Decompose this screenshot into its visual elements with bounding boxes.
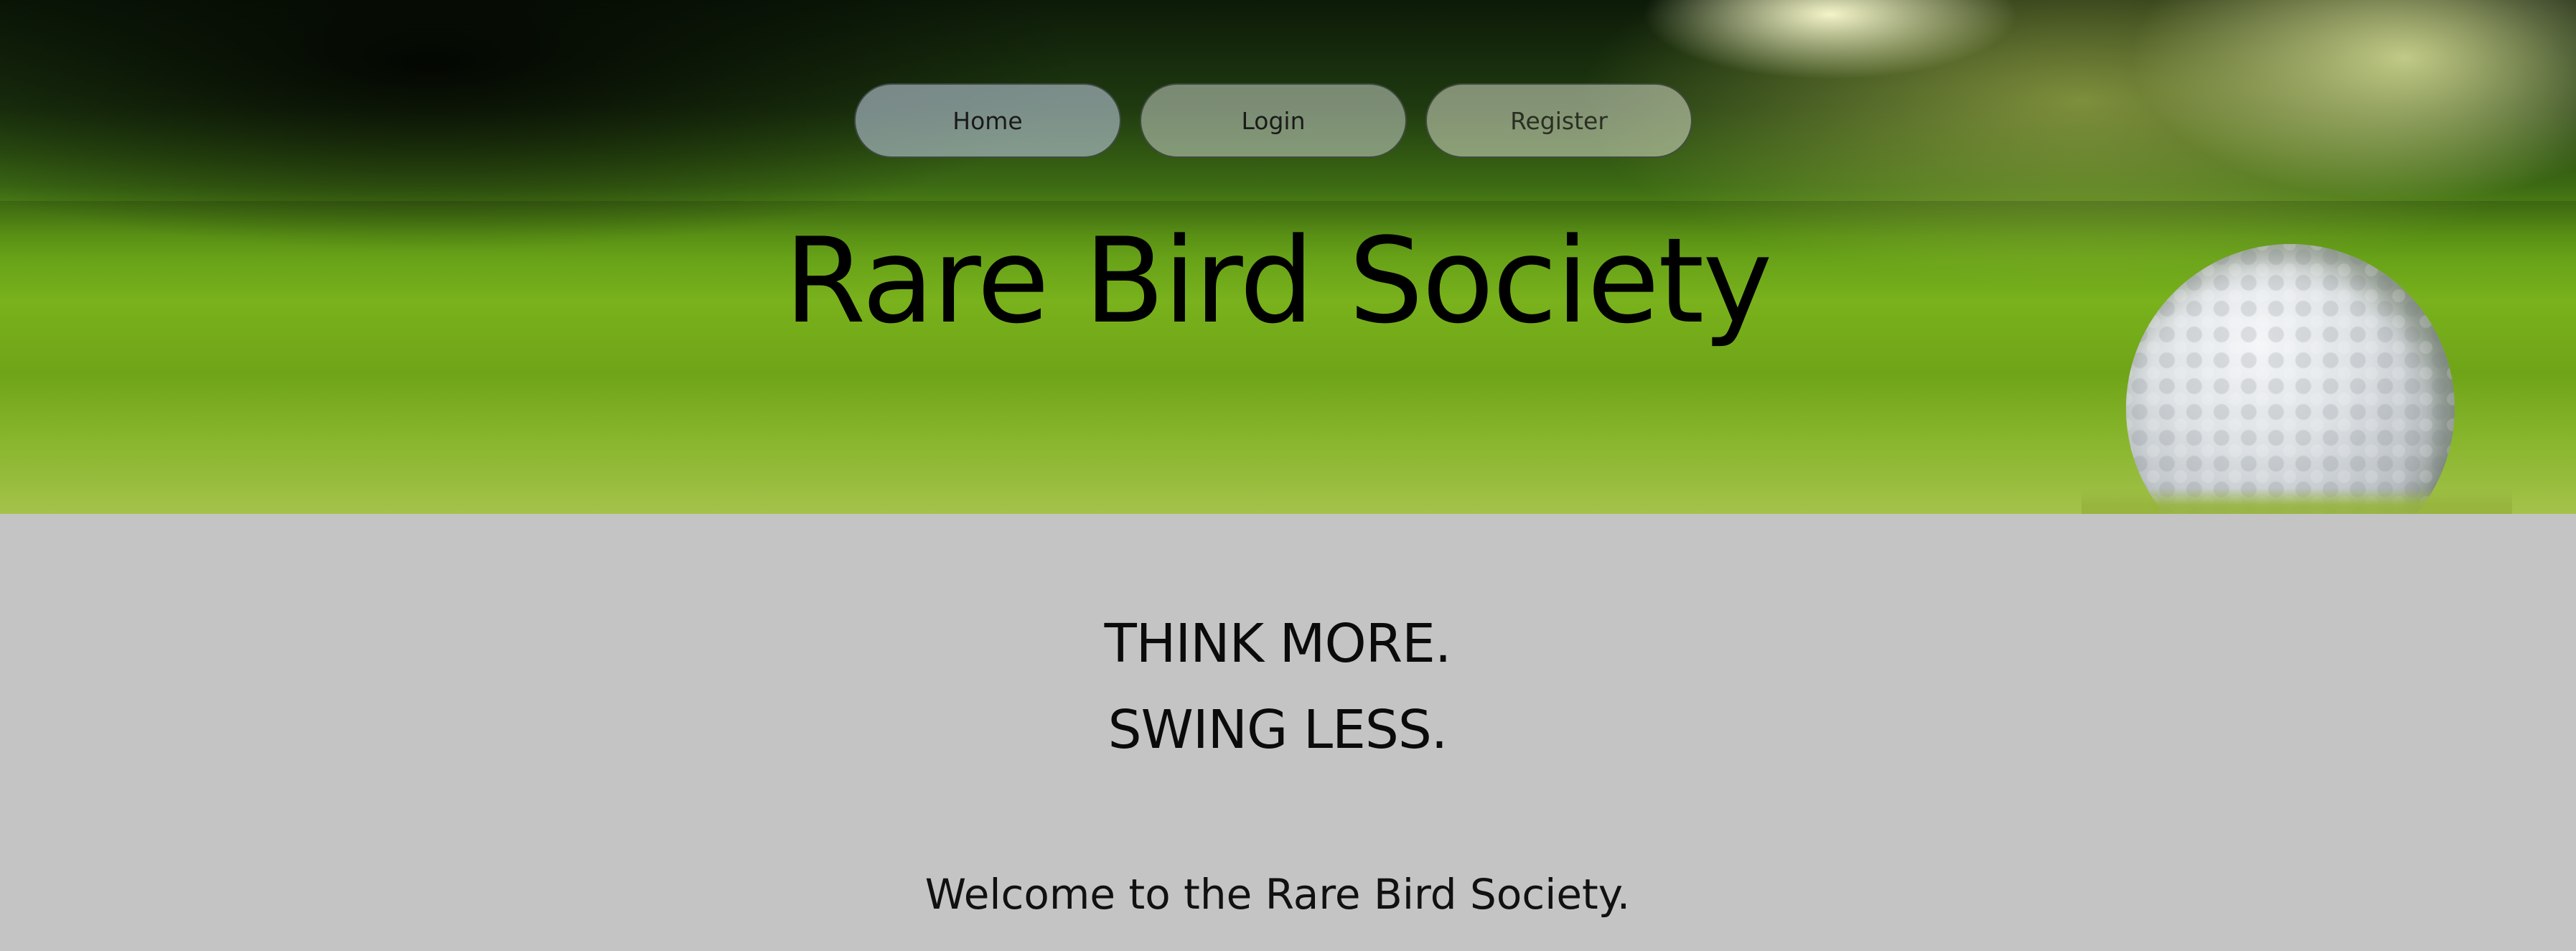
tagline-line-1: THINK MORE. — [1104, 613, 1452, 675]
nav-login-button[interactable]: Login — [1140, 83, 1407, 158]
tagline-line-2: SWING LESS. — [1107, 699, 1448, 761]
nav-register-button[interactable]: Register — [1425, 83, 1692, 158]
main-content: THINK MORE. SWING LESS. Welcome to the R… — [0, 514, 2576, 951]
site-title: Rare Bird Society — [784, 212, 1773, 350]
grass-foreground — [2081, 488, 2512, 514]
hero-banner: Home Login Register Rare Bird Society — [0, 0, 2576, 514]
welcome-text: Welcome to the Rare Bird Society. — [924, 870, 1631, 919]
main-nav: Home Login Register — [854, 83, 1692, 158]
page: Home Login Register Rare Bird Society TH… — [0, 0, 2576, 951]
nav-home-button[interactable]: Home — [854, 83, 1121, 158]
